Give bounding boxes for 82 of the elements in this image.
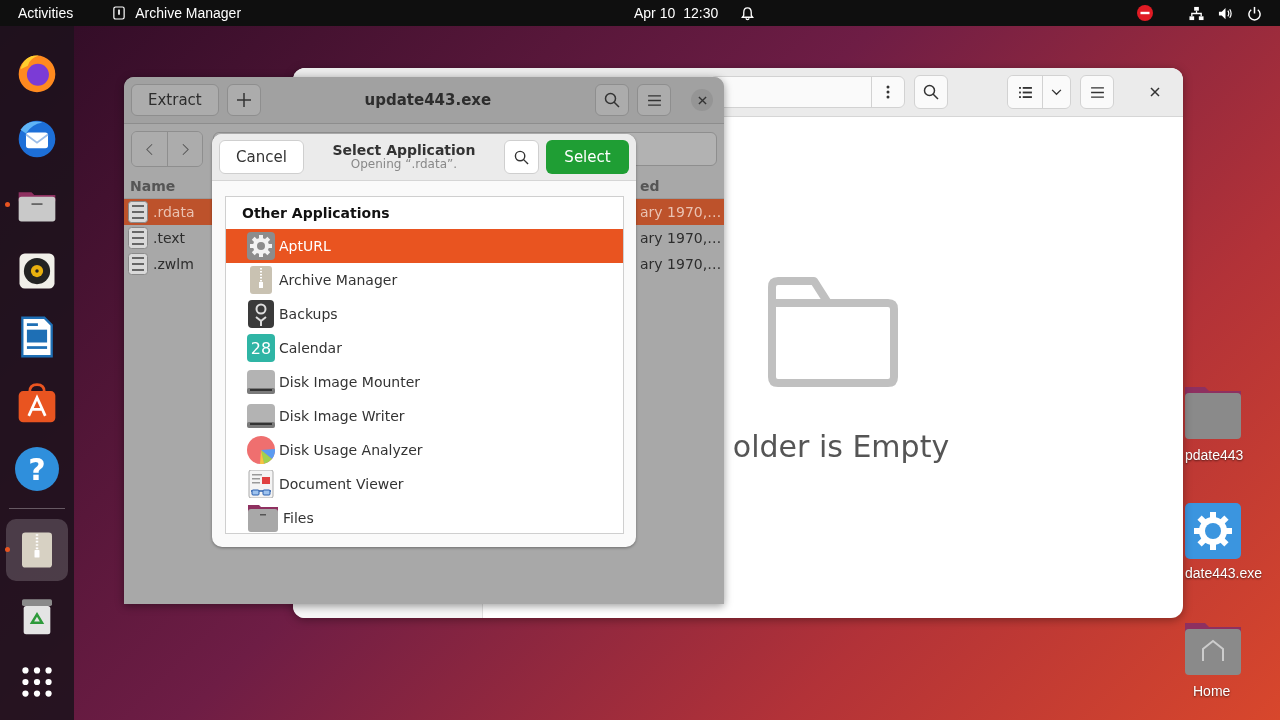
application-name: AptURL [279, 238, 331, 254]
binary-file-icon [128, 253, 148, 275]
application-name: Archive Manager [279, 272, 398, 288]
application-item[interactable]: Document Viewer [226, 467, 623, 501]
list-icon [1018, 86, 1032, 98]
search-button[interactable] [595, 84, 629, 116]
archive-icon [247, 266, 275, 294]
application-item[interactable]: Archive Manager [226, 263, 623, 297]
folder-icon [247, 503, 279, 533]
application-name: Disk Image Mounter [279, 374, 421, 390]
menu-icon [647, 94, 661, 106]
application-name: Backups [279, 306, 338, 322]
dialog-title: Select Application [332, 142, 476, 159]
search-button[interactable] [914, 75, 948, 109]
main-menu-button[interactable] [1080, 75, 1114, 109]
kebab-menu-icon [886, 85, 890, 99]
gear-icon[interactable] [1183, 503, 1243, 559]
dialog-subtitle: Opening “.rdata”. [350, 158, 458, 172]
close-button[interactable] [691, 89, 713, 111]
search-icon [604, 92, 620, 108]
desktop-icon-label[interactable]: Home [1183, 683, 1231, 699]
application-name: Calendar [279, 340, 342, 356]
backup-icon [247, 300, 275, 328]
application-item[interactable]: Files [226, 501, 623, 533]
close-icon [1150, 87, 1160, 97]
application-item[interactable]: AptURL [226, 229, 623, 263]
modified-cell: ary 1970,… [636, 199, 724, 225]
chevron-down-icon [1051, 88, 1062, 96]
application-item[interactable]: Disk Usage Analyzer [226, 433, 623, 467]
section-heading: Other Applications [241, 204, 391, 223]
bell-icon [740, 5, 756, 21]
application-item[interactable]: Disk Image Mounter [226, 365, 623, 399]
document-glasses-icon [247, 470, 275, 498]
activities-button[interactable]: Activities [18, 5, 74, 21]
close-icon [697, 95, 707, 105]
modified-cell-text: ary 1970,… [639, 229, 723, 248]
modified-cell-text: ary 1970,… [639, 255, 723, 274]
home-folder-icon[interactable] [1183, 621, 1243, 677]
help-icon: ? [15, 447, 59, 491]
list-view-button[interactable] [1008, 76, 1042, 108]
do-not-disturb-icon[interactable] [1137, 5, 1153, 21]
application-item[interactable]: 28 Calendar [226, 331, 623, 365]
search-button[interactable] [504, 140, 539, 174]
menu-icon [1090, 86, 1104, 98]
desktop-icon-label[interactable]: date443.exe [1183, 565, 1263, 581]
binary-file-icon [128, 227, 148, 249]
chevron-left-icon [146, 142, 153, 156]
application-name: Disk Image Writer [279, 408, 405, 424]
gear-icon [247, 232, 275, 260]
window-title: update443.exe [363, 91, 493, 109]
extract-button[interactable]: Extract [131, 84, 219, 116]
cancel-button[interactable]: Cancel [219, 140, 304, 174]
plus-icon [236, 93, 251, 107]
file-name-cell[interactable]: .zwlm [124, 251, 212, 277]
desktop-icon-label[interactable]: pdate443 [1183, 447, 1244, 463]
calendar-icon: 28 [247, 334, 275, 362]
application-item[interactable]: Backups [226, 297, 623, 331]
application-name: Document Viewer [279, 476, 404, 492]
empty-folder-message: older is Empty [731, 429, 950, 464]
application-name: Disk Usage Analyzer [279, 442, 423, 458]
main-menu-button[interactable] [637, 84, 671, 116]
archive-icon [113, 6, 126, 20]
pie-chart-icon [247, 436, 275, 464]
app-menu-label[interactable]: Archive Manager [135, 5, 242, 21]
search-icon [514, 149, 529, 165]
clock-date[interactable]: Apr 10 [634, 5, 676, 21]
disk-drive-icon [247, 402, 275, 430]
select-button[interactable]: Select [546, 140, 629, 174]
clock-time[interactable]: 12:30 [683, 5, 719, 21]
application-item[interactable]: Disk Image Writer [226, 399, 623, 433]
volume-icon[interactable] [1218, 5, 1233, 21]
dock-item[interactable] [6, 519, 68, 581]
chevron-right-icon [181, 142, 189, 156]
file-name-cell[interactable]: .text [124, 225, 212, 251]
disk-drive-icon [247, 368, 275, 396]
add-button[interactable] [226, 84, 261, 116]
power-icon[interactable] [1247, 5, 1262, 21]
binary-file-icon [128, 201, 148, 223]
search-icon [923, 84, 939, 100]
application-name: Files [283, 510, 314, 526]
network-icon[interactable] [1189, 5, 1204, 21]
app-grid-icon [21, 666, 53, 698]
